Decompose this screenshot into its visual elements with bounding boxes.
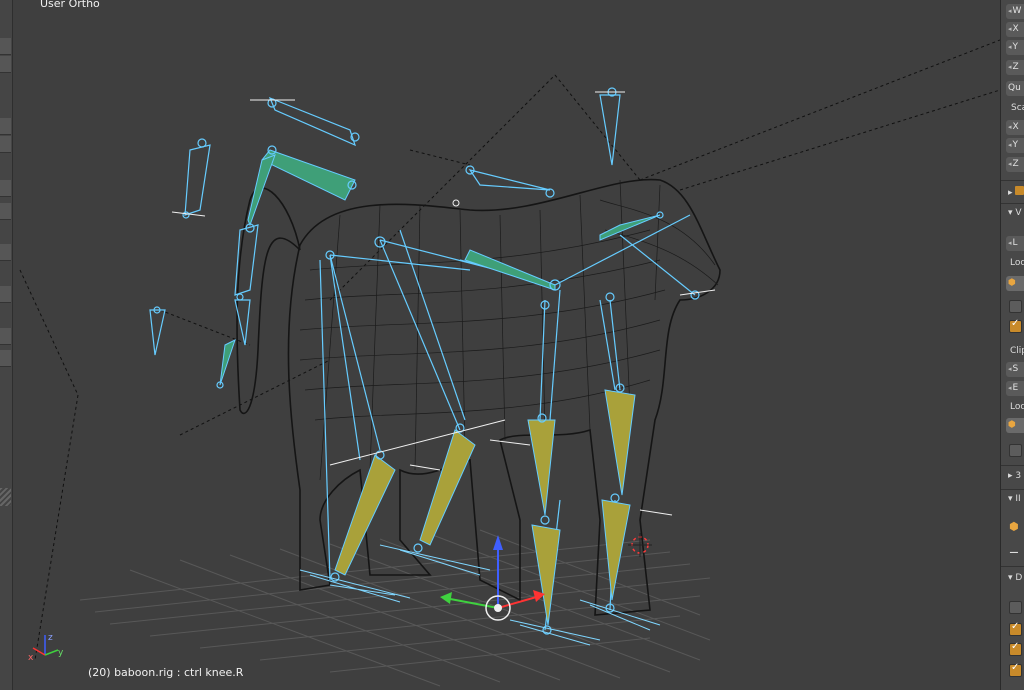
resize-grip[interactable]: [0, 488, 11, 506]
object-cube-icon: ⬢: [1009, 520, 1019, 533]
relationship-lines: [19, 39, 1000, 661]
baboon-mesh: [236, 178, 721, 616]
green-bones[interactable]: [219, 149, 661, 386]
divider: [1001, 489, 1024, 490]
svg-text:x: x: [28, 653, 34, 663]
object-picker-2[interactable]: ⬢: [1006, 418, 1024, 433]
option-checkbox-checked[interactable]: [1009, 318, 1022, 333]
shelf-tab[interactable]: [0, 244, 11, 261]
svg-text:z: z: [48, 633, 53, 643]
shelf-tab[interactable]: [0, 203, 11, 220]
local-label: Loc: [1010, 258, 1024, 268]
viewport-canvas[interactable]: z x y: [0, 0, 1000, 690]
svg-text:y: y: [58, 648, 64, 658]
divider: [1001, 465, 1024, 466]
divider: [1001, 180, 1024, 181]
option-checkbox[interactable]: [1009, 601, 1022, 614]
panel-toggle-3[interactable]: ▸ 3: [1008, 471, 1021, 481]
scale-field-x[interactable]: ◂X: [1006, 120, 1024, 135]
bone-icon: ⚊: [1009, 543, 1019, 556]
option-checkbox[interactable]: [1009, 444, 1022, 457]
scale-label: Sca: [1011, 103, 1024, 113]
panel-toggle-ii[interactable]: ▾ II: [1008, 494, 1021, 504]
shelf-tab[interactable]: [0, 286, 11, 303]
shelf-tab[interactable]: [0, 328, 11, 345]
foot-controls[interactable]: [299, 544, 661, 646]
shelf-tab[interactable]: [0, 118, 11, 135]
option-checkbox[interactable]: [1009, 300, 1022, 313]
panel-toggle-d[interactable]: ▾ D: [1008, 573, 1022, 583]
option-checkbox-checked[interactable]: [1009, 641, 1022, 656]
layers-field[interactable]: ◂L: [1006, 236, 1024, 251]
viewport-title: User Ortho: [40, 0, 100, 10]
scale-field-z[interactable]: ◂Z: [1006, 157, 1024, 172]
transform-manipulator[interactable]: [440, 535, 545, 621]
shelf-tab[interactable]: [0, 38, 11, 55]
clip-label: Clip: [1010, 346, 1024, 356]
local-label-2: Loc: [1010, 402, 1024, 412]
divider: [1001, 203, 1024, 204]
shelf-tab[interactable]: [0, 180, 11, 197]
option-checkbox-checked[interactable]: [1009, 662, 1022, 677]
shelf-tab[interactable]: [0, 56, 11, 73]
mesh-wire-detail: [299, 179, 719, 481]
3d-viewport[interactable]: z x y User Ortho (20) baboon.rig : ctrl …: [0, 0, 1000, 690]
axis-indicator: z x y: [28, 633, 64, 663]
shelf-tab[interactable]: [0, 350, 11, 367]
transform-field-y[interactable]: ◂Y: [1006, 40, 1024, 55]
clip-end-field[interactable]: ◂E: [1006, 381, 1024, 396]
transform-field-w[interactable]: ◂W: [1006, 4, 1024, 19]
divider: [1001, 566, 1024, 567]
expanded-panel-toggle[interactable]: ▾ V: [1008, 208, 1022, 218]
viewport-status: (20) baboon.rig : ctrl knee.R: [88, 666, 244, 679]
properties-panel[interactable]: ◂W ◂X ◂Y ◂Z Qu Sca ◂X ◂Y ◂Z ▸ ▾ V ◂L Loc…: [1000, 0, 1024, 690]
shelf-tab[interactable]: [0, 136, 11, 153]
rotation-mode-select[interactable]: Qu: [1006, 81, 1024, 96]
object-picker[interactable]: ⬢: [1006, 276, 1024, 291]
control-widgets[interactable]: [171, 91, 716, 516]
clip-start-field[interactable]: ◂S: [1006, 362, 1024, 377]
tool-shelf-strip[interactable]: [0, 0, 13, 690]
transform-field-x[interactable]: ◂X: [1006, 22, 1024, 37]
collapsed-panel-toggle[interactable]: ▸: [1008, 186, 1024, 198]
transform-field-z[interactable]: ◂Z: [1006, 60, 1024, 75]
3d-cursor[interactable]: [628, 533, 652, 557]
scale-field-y[interactable]: ◂Y: [1006, 138, 1024, 153]
option-checkbox-checked[interactable]: [1009, 621, 1022, 636]
